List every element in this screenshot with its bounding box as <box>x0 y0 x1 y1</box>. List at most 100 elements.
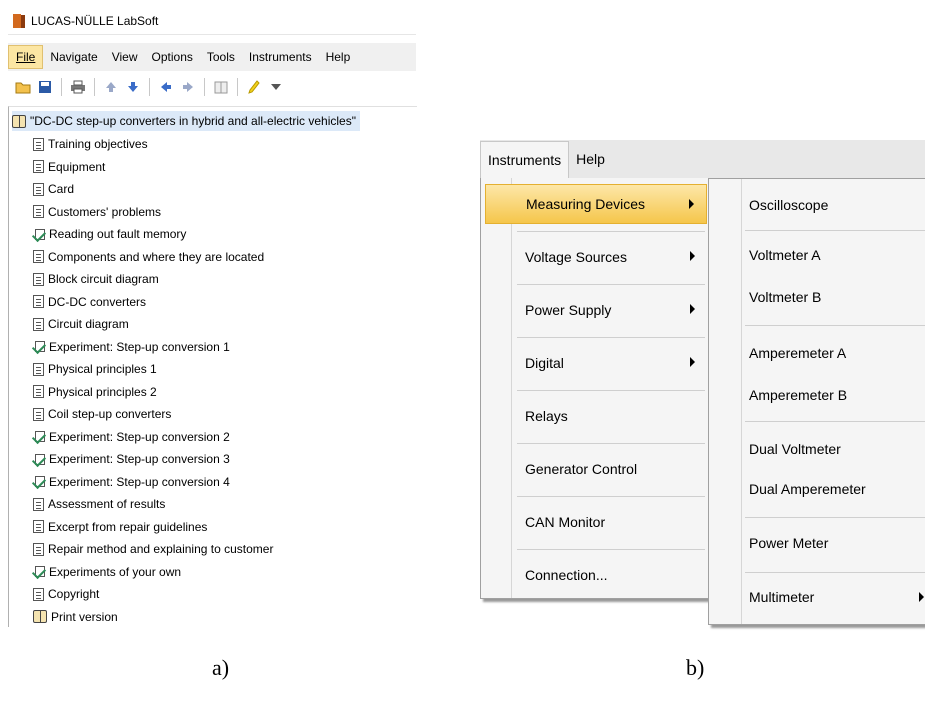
menu-item[interactable]: CAN Monitor <box>485 502 707 542</box>
submenu-item[interactable]: Multimeter <box>749 579 814 615</box>
submenu-arrow-icon <box>689 199 694 209</box>
menu-item[interactable]: Relays <box>485 396 707 436</box>
tree-item[interactable]: Repair method and explaining to customer <box>33 539 273 559</box>
menu-item-label: CAN Monitor <box>525 514 606 530</box>
tree-item[interactable]: Experiment: Step-up conversion 1 <box>31 337 230 357</box>
labsoft-window: LUCAS-NÜLLE LabSoft File Navigate View O… <box>8 8 420 628</box>
tree-item[interactable]: Physical principles 2 <box>33 382 157 402</box>
menu-help[interactable]: Help <box>569 141 612 177</box>
submenu-separator <box>745 325 925 326</box>
tree-item-label: Customers' problems <box>48 204 161 219</box>
menu-instruments[interactable]: Instruments <box>242 43 319 71</box>
experiment-check-icon <box>31 474 47 490</box>
tree-item[interactable]: Reading out fault memory <box>31 224 186 244</box>
tree-item[interactable]: Assessment of results <box>33 494 165 514</box>
experiment-check-icon <box>31 452 47 467</box>
open-folder-icon[interactable] <box>14 78 32 96</box>
tree-item[interactable]: Print version <box>33 607 118 627</box>
tree-item[interactable]: Experiment: Step-up conversion 2 <box>31 427 230 447</box>
menu-help[interactable]: Help <box>319 43 358 71</box>
submenu-arrow-icon <box>690 251 695 261</box>
experiment-check-icon <box>31 339 47 355</box>
tree-item[interactable]: Physical principles 1 <box>33 359 157 379</box>
submenu-item[interactable]: Voltmeter B <box>749 279 821 315</box>
toolbar-separator <box>149 78 150 96</box>
menu-item[interactable]: Generator Control <box>485 449 707 489</box>
tree-item[interactable]: Experiment: Step-up conversion 3 <box>31 449 230 469</box>
arrow-up-icon[interactable] <box>102 78 120 96</box>
tree-item[interactable]: Experiment: Step-up conversion 4 <box>31 472 230 492</box>
save-icon[interactable] <box>36 78 54 96</box>
menu-item[interactable]: Power Supply <box>485 290 707 330</box>
tree-item[interactable]: Experiments of your own <box>31 562 182 582</box>
app-logo-icon <box>13 14 25 28</box>
menu-item[interactable]: Digital <box>485 343 707 383</box>
submenu-item[interactable]: Amperemeter B <box>749 377 847 413</box>
tree-item[interactable]: Block circuit diagram <box>33 269 159 289</box>
tree-item[interactable]: Training objectives <box>33 134 148 154</box>
tree-item-label: Experiment: Step-up conversion 1 <box>49 339 230 354</box>
submenu-item[interactable]: Power Meter <box>749 525 828 561</box>
tree-item[interactable]: Copyright <box>33 584 99 604</box>
book-icon[interactable] <box>212 78 230 96</box>
submenu-item[interactable]: Dual Voltmeter <box>749 431 841 467</box>
menu-item[interactable]: Measuring Devices <box>485 184 707 224</box>
tree-item[interactable]: Customers' problems <box>33 202 161 222</box>
toolbar-separator <box>61 78 62 96</box>
submenu-item-label: Dual Voltmeter <box>749 441 841 457</box>
submenu-item-label: Power Meter <box>749 535 829 551</box>
caption-b: b) <box>686 655 705 680</box>
tree-item[interactable]: Components and where they are located <box>33 247 264 267</box>
tree-item[interactable]: Excerpt from repair guidelines <box>33 517 207 537</box>
menu-options[interactable]: Options <box>145 43 200 71</box>
menu-separator <box>517 390 705 391</box>
tree-item-label: Physical principles 1 <box>48 362 157 376</box>
document-icon <box>33 407 44 421</box>
tree-root[interactable]: "DC-DC step-up converters in hybrid and … <box>12 111 360 131</box>
tree-item-label: Equipment <box>48 159 106 174</box>
submenu-separator <box>745 230 925 231</box>
tree-item-label: Experiment: Step-up conversion 4 <box>49 474 230 489</box>
menu-item[interactable]: Connection... <box>485 555 707 595</box>
tree-item[interactable]: Card <box>33 179 74 199</box>
tree-item[interactable]: Circuit diagram <box>33 314 129 334</box>
menu-view[interactable]: View <box>105 43 145 71</box>
menu-separator <box>517 231 705 232</box>
tree-item[interactable]: DC-DC converters <box>33 292 146 312</box>
print-icon[interactable] <box>69 78 87 96</box>
arrow-down-icon[interactable] <box>124 78 142 96</box>
pencil-icon[interactable] <box>245 78 263 96</box>
tree-item-label: Components and where they are located <box>48 249 265 264</box>
menu-item-label: Relays <box>525 408 568 424</box>
submenu-item[interactable]: Dual Amperemeter <box>749 471 866 507</box>
document-icon <box>33 497 44 511</box>
submenu-separator <box>745 572 925 573</box>
menu-item[interactable]: Voltage Sources <box>485 237 707 277</box>
dropdown-icon[interactable] <box>267 78 285 96</box>
arrow-right-icon[interactable] <box>179 78 197 96</box>
tree-item-label: Training objectives <box>48 137 148 151</box>
document-icon <box>33 385 44 398</box>
submenu-item[interactable]: Voltmeter A <box>749 237 821 273</box>
tree-item-label: Physical principles 2 <box>48 384 157 399</box>
submenu-item-label: Multimeter <box>749 589 815 605</box>
menu-tools[interactable]: Tools <box>200 43 242 71</box>
document-icon <box>33 587 44 601</box>
tree-item-label: Experiments of your own <box>49 564 182 579</box>
tree-item-label: Coil step-up converters <box>48 407 172 421</box>
arrow-left-icon[interactable] <box>157 78 175 96</box>
submenu-item[interactable]: Oscilloscope <box>749 187 828 223</box>
tree-item-label: Copyright <box>48 587 100 601</box>
menu-file[interactable]: File <box>8 45 44 69</box>
submenu-item[interactable]: Amperemeter A <box>749 335 846 371</box>
tree-item-label: Assessment of results <box>48 497 166 511</box>
menu-instruments[interactable]: Instruments <box>480 140 570 178</box>
tree-item[interactable]: Equipment <box>33 157 105 177</box>
tree-item[interactable]: Coil step-up converters <box>33 404 171 424</box>
document-icon <box>33 317 44 331</box>
menu-navigate[interactable]: Navigate <box>43 43 104 71</box>
menu-item-label: Power Supply <box>525 302 612 318</box>
submenu-separator <box>745 421 925 422</box>
tree-item-label: Experiment: Step-up conversion 2 <box>49 429 230 444</box>
document-icon <box>33 295 44 308</box>
